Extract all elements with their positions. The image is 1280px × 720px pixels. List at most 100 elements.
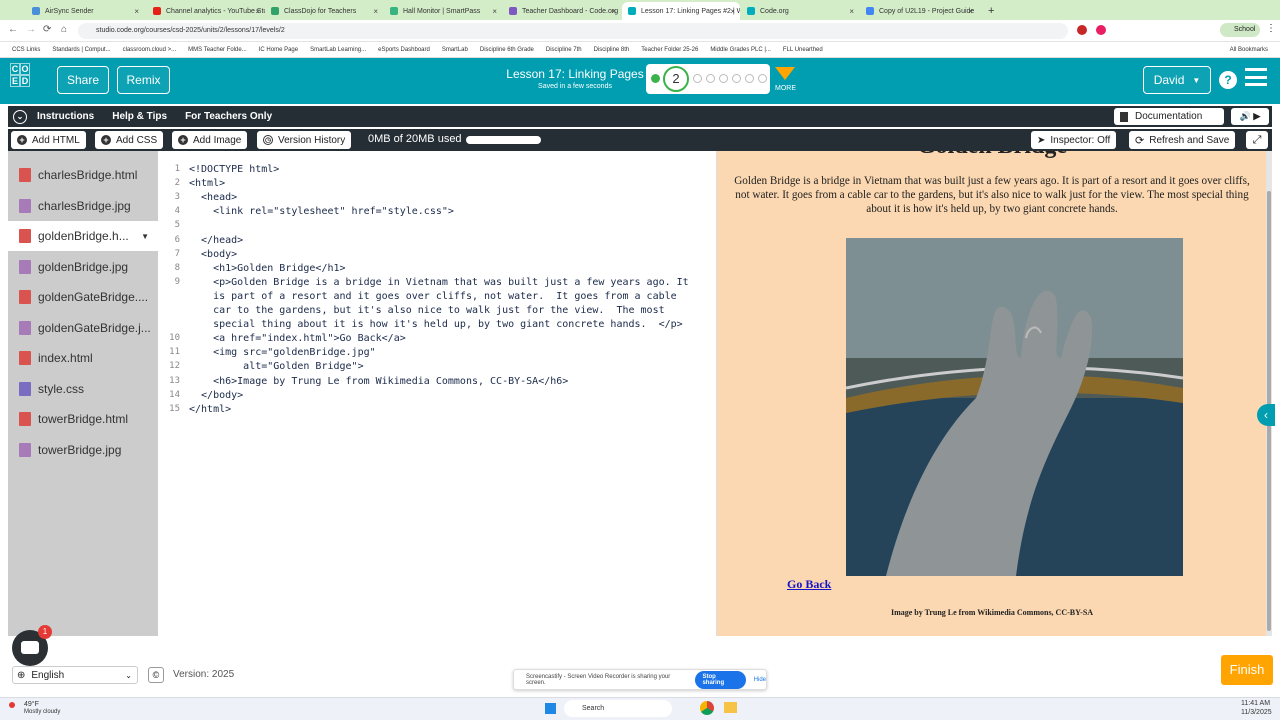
collapse-chevron-icon[interactable]: ⌄ [13,109,27,124]
preview-scrollbar[interactable] [1266,151,1272,636]
copyright-icon[interactable]: © [148,667,164,683]
collapse-panel-chevron-icon[interactable]: ‹ [1257,404,1275,426]
file-item[interactable]: goldenBridge.h... ▼ [8,221,158,251]
file-item[interactable]: towerBridge.jpg [8,435,158,465]
file-item[interactable]: goldenBridge.jpg [8,252,158,282]
reload-icon[interactable]: ⟳ [43,24,51,35]
close-tab-icon[interactable]: × [255,7,260,16]
code-line[interactable]: is part of a resort and it goes over cli… [189,291,677,302]
language-select[interactable]: ⊕ English ⌄ [12,666,138,684]
file-item[interactable]: charlesBridge.jpg [8,191,158,221]
browser-tab[interactable]: Lesson 17: Linking Pages #2 | W × [622,2,740,20]
bookmark-item[interactable]: FLL Unearthed [783,47,823,53]
hamburger-menu-icon[interactable] [1245,68,1267,86]
code-line[interactable]: <p>Golden Bridge is a bridge in Vietnam … [189,277,689,288]
bookmark-item[interactable]: Discipline 6th Grade [480,47,534,53]
share-button[interactable]: Share [57,66,109,94]
finish-button[interactable]: Finish [1221,655,1273,685]
browser-tab[interactable]: Copy of U2L19 - Project Guide × [860,2,978,20]
code-line[interactable]: <img src="goldenBridge.jpg" [189,347,376,358]
tab-instructions[interactable]: Instructions [37,111,94,122]
close-tab-icon[interactable]: × [730,7,735,16]
version-history-button[interactable]: ◷ Version History [257,131,352,149]
extension-icon[interactable] [1077,25,1087,35]
tab-help-tips[interactable]: Help & Tips [112,111,167,122]
close-tab-icon[interactable]: × [134,7,139,16]
browser-tab[interactable]: AirSync Sender × [26,2,144,20]
bookmark-item[interactable]: eSports Dashboard [378,47,430,53]
close-tab-icon[interactable]: × [968,7,973,16]
bookmark-item[interactable]: Discipline 8th [594,47,630,53]
code-line[interactable]: <!DOCTYPE html> [189,164,279,175]
code-line[interactable]: </body> [189,390,243,401]
add-css-button[interactable]: + Add CSS [95,131,164,149]
bookmark-item[interactable]: Middle Grades PLC |... [710,47,771,53]
file-item[interactable]: goldenGateBridge.... [8,282,158,312]
bookmark-item[interactable]: CCS Links [12,47,40,53]
more-label[interactable]: MORE [775,85,796,92]
level-dot[interactable] [706,74,715,83]
weather-icon[interactable] [9,702,15,708]
remix-button[interactable]: Remix [117,66,170,94]
bookmark-item[interactable]: Standards | Comput... [52,47,110,53]
close-tab-icon[interactable]: × [849,7,854,16]
code-line[interactable]: </html> [189,404,231,415]
audio-play-button[interactable]: 🔊 ▶ [1231,108,1269,125]
file-explorer-icon[interactable] [724,702,737,713]
level-dot[interactable] [758,74,767,83]
browser-tab[interactable]: Hall Monitor | SmartPass × [384,2,502,20]
file-item[interactable]: towerBridge.html [8,404,158,434]
code-line[interactable]: <a href="index.html">Go Back</a> [189,333,406,344]
help-icon[interactable]: ? [1219,71,1237,89]
forward-icon[interactable]: → [26,24,36,35]
file-item[interactable]: style.css [8,374,158,404]
code-line[interactable]: <link rel="stylesheet" href="style.css"> [189,206,454,217]
code-line[interactable]: alt="Golden Bridge"> [189,361,363,372]
bookmark-item[interactable]: classroom.cloud >... [123,47,177,53]
hide-button[interactable]: Hide [754,677,766,683]
bookmark-item[interactable]: Teacher Folder 25-26 [641,47,698,53]
bookmark-item[interactable]: Discipline 7th [546,47,582,53]
bookmark-item[interactable]: SmartLab Learning... [310,47,366,53]
all-bookmarks[interactable]: All Bookmarks [1230,47,1268,53]
close-tab-icon[interactable]: × [611,7,616,16]
refresh-save-button[interactable]: ⟳ Refresh and Save [1129,131,1236,149]
bookmark-item[interactable]: MMS Teacher Folde... [188,47,247,53]
bookmark-item[interactable]: IC Home Page [259,47,298,53]
level-dot[interactable] [745,74,754,83]
code-line[interactable]: car to the gardens, but it's also nice t… [189,305,665,316]
go-back-link[interactable]: Go Back [787,577,831,592]
stop-sharing-button[interactable]: Stop sharing [695,670,746,689]
url-input[interactable]: studio.code.org/courses/csd-2025/units/2… [78,23,1068,39]
home-icon[interactable]: ⌂ [61,24,67,35]
current-level-bubble[interactable]: 2 [663,66,689,92]
fullscreen-icon[interactable]: ⤢ [1246,131,1268,149]
extension-icon[interactable] [1096,25,1106,35]
code-line[interactable]: <html> [189,178,225,189]
add-html-button[interactable]: + Add HTML [11,131,86,149]
code-line[interactable]: <head> [189,192,237,203]
file-item[interactable]: charlesBridge.html [8,160,158,190]
level-dot-complete[interactable] [651,74,660,83]
code-line[interactable]: </head> [189,235,243,246]
back-icon[interactable]: ← [8,24,18,35]
code-editor[interactable]: 1 <!DOCTYPE html> 2 <html> 3 <head> 4 <link r… [158,151,715,636]
bookmark-item[interactable]: SmartLab [442,47,468,53]
browser-tab[interactable]: Channel analytics - YouTube Stu × [147,2,265,20]
inspector-toggle-button[interactable]: ➤ Inspector: Off [1031,131,1117,149]
close-tab-icon[interactable]: × [373,7,378,16]
user-menu-button[interactable]: David ▼ [1143,66,1211,94]
file-menu-chevron-icon[interactable]: ▼ [141,232,149,241]
more-chevron-icon[interactable] [775,67,795,80]
tab-for-teachers[interactable]: For Teachers Only [185,111,272,122]
code-line[interactable]: <h6>Image by Trung Le from Wikimedia Com… [189,376,568,387]
browser-tab[interactable]: Teacher Dashboard - Code.org × [503,2,621,20]
windows-start-icon[interactable] [545,703,556,714]
browser-tab[interactable]: ClassDojo for Teachers × [265,2,383,20]
level-dot[interactable] [693,74,702,83]
new-tab-icon[interactable]: + [982,2,1000,20]
level-dot[interactable] [732,74,741,83]
code-logo[interactable]: C O E D [10,63,40,99]
level-dot[interactable] [719,74,728,83]
file-item[interactable]: index.html [8,343,158,373]
